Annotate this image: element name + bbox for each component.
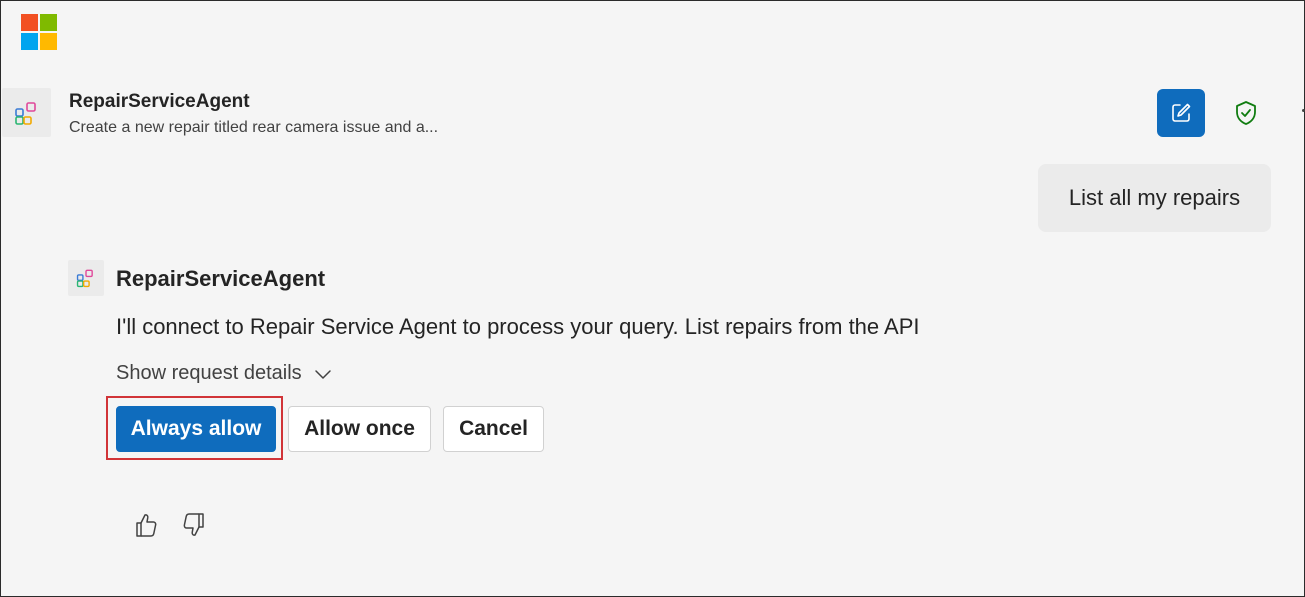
new-chat-button[interactable] <box>1157 89 1205 137</box>
user-message-text: List all my repairs <box>1068 185 1241 210</box>
microsoft-logo-icon <box>21 14 57 50</box>
show-request-details-toggle[interactable]: Show request details <box>116 362 332 385</box>
conversation-subtitle: Create a new repair titled rear camera i… <box>69 119 439 136</box>
chevron-down-icon <box>314 369 331 379</box>
bot-message-text: I'll connect to Repair Service Agent to … <box>116 314 920 339</box>
bot-avatar <box>68 260 104 296</box>
show-request-details-label: Show request details <box>116 362 302 384</box>
bot-name: RepairServiceAgent <box>116 266 326 291</box>
allow-once-button[interactable]: Allow once <box>288 406 431 452</box>
compose-icon <box>1172 103 1191 122</box>
thumbs-up-icon[interactable] <box>131 509 161 541</box>
app-window: RepairServiceAgent Create a new repair t… <box>0 0 1305 597</box>
agent-app-icon <box>2 88 51 137</box>
shield-check-icon[interactable] <box>1232 99 1260 127</box>
cancel-button[interactable]: Cancel <box>443 406 544 452</box>
user-message-bubble: List all my repairs <box>1038 164 1271 232</box>
thumbs-down-icon[interactable] <box>179 509 209 541</box>
agent-title: RepairServiceAgent <box>69 91 250 112</box>
always-allow-button[interactable]: Always allow <box>116 406 276 452</box>
